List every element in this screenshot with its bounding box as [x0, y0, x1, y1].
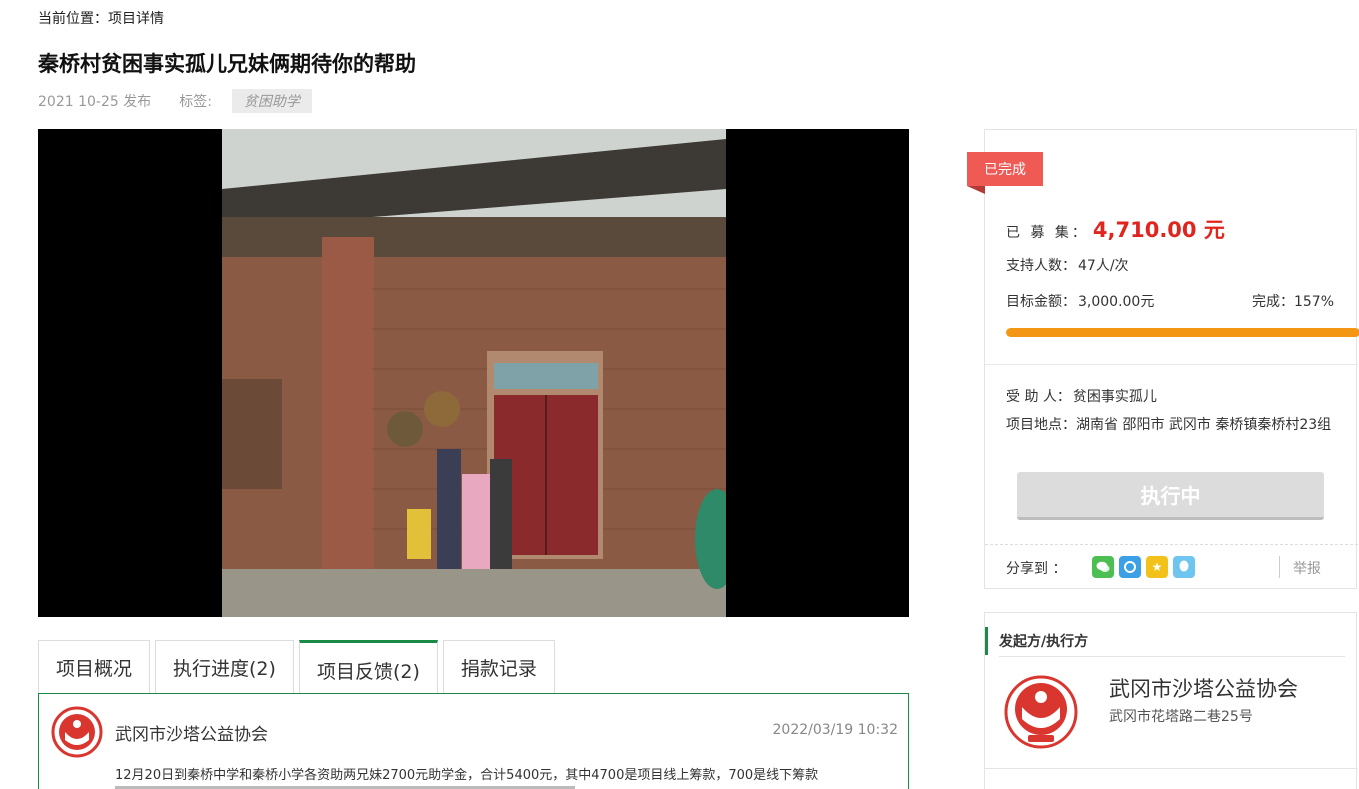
wechat-icon[interactable]: [1092, 556, 1114, 578]
organizer-address: 武冈市花塔路二巷25号: [1109, 709, 1253, 725]
breadcrumb: 当前位置：项目详情: [38, 11, 164, 27]
project-media[interactable]: [38, 129, 909, 617]
divider: [985, 768, 1358, 769]
raised-amount: 4,710.00 元: [1092, 218, 1225, 242]
report-link[interactable]: 举报: [1293, 558, 1321, 578]
star-icon[interactable]: ★: [1146, 556, 1168, 578]
tags-label: 标签:: [179, 94, 212, 110]
raised-row: 已 募 集： 4,710.00 元: [1006, 214, 1225, 244]
supporters-row: 支持人数： 47人/次: [1006, 255, 1129, 275]
fundraising-summary: 已完成 已 募 集： 4,710.00 元 支持人数： 47人/次 目标金额： 3,…: [967, 129, 1359, 589]
completion-value: 157%: [1293, 294, 1334, 310]
location-value: 湖南省 邵阳市 武冈市 秦桥镇秦桥村23组: [1076, 417, 1332, 433]
completion-row: 完成：157%: [1252, 291, 1334, 311]
share-divider: [985, 544, 1358, 545]
status-button[interactable]: 执行中: [1017, 472, 1324, 520]
organizer-card: 发起方/执行方 武冈市沙塔公益协会 武冈市花塔路二巷25号: [984, 612, 1358, 789]
tab-feedback[interactable]: 项目反馈(2): [298, 640, 438, 694]
location-label: 项目地点：: [1006, 417, 1076, 433]
project-meta: 2021 10-25 发布 标签: 贫困助学: [38, 89, 312, 113]
divider: [999, 656, 1345, 657]
org-avatar-icon: [51, 706, 103, 758]
target-row: 目标金额： 3,000.00元: [1006, 291, 1154, 311]
project-tabs: 项目概况 执行进度(2) 项目反馈(2) 捐款记录: [38, 640, 560, 694]
beneficiary-row: 受 助 人： 贫困事实孤儿: [1006, 386, 1157, 406]
tab-progress[interactable]: 执行进度(2): [155, 640, 294, 694]
supporters-value: 47人/次: [1078, 258, 1129, 274]
beneficiary-label: 受 助 人：: [1006, 389, 1071, 405]
share-label: 分享到 ：: [1006, 561, 1067, 577]
target-label: 目标金额：: [1006, 294, 1076, 310]
project-photo: [222, 129, 726, 617]
organizer-name[interactable]: 武冈市沙塔公益协会: [1109, 673, 1298, 703]
tag-badge[interactable]: 贫困助学: [231, 89, 312, 113]
org-logo-icon[interactable]: [1004, 675, 1078, 749]
target-value: 3,000.00元: [1078, 294, 1155, 310]
feedback-text: 12月20日到秦桥中学和秦桥小学各资助两兄妹2700元助学金，合计5400元，其…: [115, 768, 819, 783]
house-illustration: [222, 129, 726, 617]
feedback-date: 2022/03/19 10:32: [772, 722, 899, 738]
progress-fill: [1006, 328, 1359, 337]
report-separator: [1279, 556, 1280, 578]
status-badge: 已完成: [967, 152, 1043, 194]
page-title: 秦桥村贫困事实孤儿兄妹俩期待你的帮助: [38, 52, 416, 76]
tab-donations[interactable]: 捐款记录: [442, 640, 555, 694]
organizer-heading: 发起方/执行方: [985, 627, 1088, 655]
completion-label: 完成：: [1251, 294, 1294, 310]
qq-icon[interactable]: [1173, 556, 1195, 578]
divider: [985, 364, 1358, 365]
beneficiary-value: 贫困事实孤儿: [1072, 389, 1157, 405]
share-icons: ★: [1092, 556, 1200, 578]
feedback-org-name[interactable]: 武冈市沙塔公益协会: [115, 720, 268, 745]
supporters-label: 支持人数：: [1006, 258, 1076, 274]
feedback-panel: 武冈市沙塔公益协会 2022/03/19 10:32 12月20日到秦桥中学和秦…: [38, 693, 909, 789]
tab-overview[interactable]: 项目概况: [38, 640, 151, 694]
progress-bar: [1006, 328, 1359, 337]
location-row: 项目地点：湖南省 邵阳市 武冈市 秦桥镇秦桥村23组: [1006, 414, 1336, 436]
publish-date: 2021 10-25 发布: [38, 94, 152, 110]
raised-label: 已 募 集：: [1006, 225, 1089, 241]
qzone-icon[interactable]: [1119, 556, 1141, 578]
